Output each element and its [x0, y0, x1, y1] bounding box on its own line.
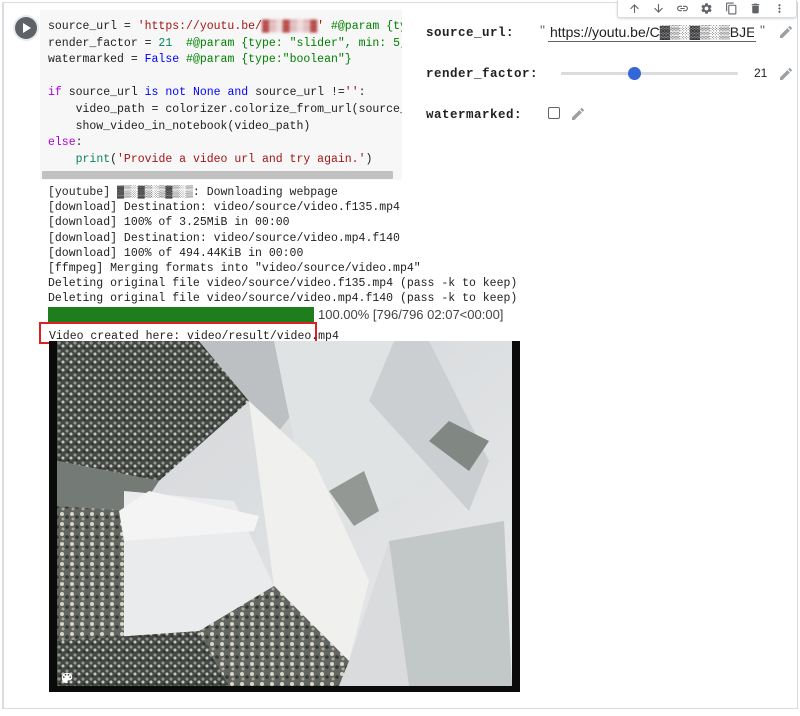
code-token: 21 — [158, 36, 173, 50]
trash-icon[interactable] — [747, 1, 765, 17]
code-line: show_video_in_notebook(video_path) — [48, 119, 402, 136]
code-token: else — [48, 136, 76, 150]
code-editor[interactable]: source_url = 'https://youtu.be/▓▒░▓▒░▒▓'… — [40, 10, 402, 180]
code-token: : — [358, 86, 366, 100]
source-url-row: source_url: " " — [426, 22, 796, 44]
more-vert-icon[interactable] — [771, 1, 789, 17]
code-token: #@param {type: "slider", min: 5, max: 44… — [186, 36, 402, 50]
close-quote: " — [760, 22, 765, 38]
code-token: watermarked = — [48, 53, 145, 67]
code-line: else: — [48, 135, 402, 152]
slider-thumb[interactable] — [627, 67, 641, 80]
edit-pencil-icon[interactable] — [777, 65, 795, 83]
code-token: render_factor = — [48, 36, 159, 50]
code-token: show_video_in_notebook(video_path) — [48, 119, 311, 133]
run-cell-button[interactable] — [15, 17, 37, 39]
code-line: print('Provide a video url and try again… — [48, 152, 402, 169]
arrow-up-icon[interactable] — [625, 1, 643, 17]
params-form: source_url: " " render_factor: 21 waterm… — [410, 12, 795, 172]
link-icon[interactable] — [674, 1, 692, 17]
code-token: 'Provide a video url and try again.' — [117, 152, 366, 166]
code-token: #@param {type:"boolean"} — [186, 53, 352, 67]
progress-bar — [48, 307, 314, 322]
output-line: [download] Destination: video/source/vid… — [48, 201, 400, 215]
code-token: print — [75, 152, 111, 166]
video-player[interactable] — [49, 341, 520, 692]
code-line: watermarked = False #@param {type:"boole… — [48, 52, 402, 69]
render-factor-row: render_factor: 21 — [426, 64, 796, 84]
palette-icon[interactable] — [60, 671, 74, 685]
video-frame — [49, 341, 520, 692]
code-token: source_url = — [48, 20, 138, 33]
code-token: False — [144, 53, 180, 67]
output-line: [download] Destination: video/source/vid… — [48, 231, 400, 245]
arrow-down-icon[interactable] — [649, 1, 667, 17]
code-token: ' — [317, 20, 331, 33]
code-token: if — [48, 86, 62, 100]
slider-fill — [561, 72, 634, 75]
source-url-input[interactable] — [548, 22, 756, 42]
code-text[interactable]: source_url = 'https://youtu.be/▓▒░▓▒░▒▓'… — [40, 10, 402, 168]
play-icon — [23, 23, 31, 33]
progress-fill — [48, 307, 314, 322]
render-factor-slider[interactable] — [561, 67, 738, 80]
code-token: 'https://youtu.be/ — [137, 20, 262, 33]
watermarked-checkbox[interactable] — [548, 107, 560, 119]
edit-pencil-icon[interactable] — [777, 23, 795, 41]
output-line: [youtube] ▓▒░▓▒░▒▓▒░▒: Downloading webpa… — [48, 186, 338, 199]
cell-output: [youtube] ▓▒░▓▒░▒▓▒░▒: Downloading webpa… — [48, 185, 748, 307]
code-line: if source_url is not None and source_url… — [48, 85, 402, 102]
code-line: render_factor = 21 #@param {type: "slide… — [48, 36, 402, 53]
code-token: source_url — [61, 86, 145, 100]
open-quote: " — [540, 22, 545, 38]
progress-text: 100.00% [796/796 02:07<00:00] — [318, 307, 504, 322]
horizontal-scrollbar[interactable] — [42, 171, 393, 179]
code-line: video_path = colorizer.colorize_from_url… — [48, 102, 402, 119]
code-cell: source_url = 'https://youtu.be/▓▒░▓▒░▒▓'… — [0, 0, 800, 716]
watermarked-label: watermarked: — [426, 108, 523, 122]
source-url-label: source_url: — [426, 26, 515, 40]
progress-row: 100.00% [796/796 02:07<00:00] — [48, 307, 503, 322]
output-line: [download] 100% of 3.25MiB in 00:00 — [48, 216, 290, 230]
output-line: Deleting original file video/source/vide… — [48, 277, 518, 291]
code-token: #@param {type:"string"} — [330, 20, 402, 33]
code-token: ( — [110, 152, 118, 166]
code-token: : — [75, 136, 83, 150]
edit-pencil-icon[interactable] — [569, 105, 587, 123]
code-line: source_url = 'https://youtu.be/▓▒░▓▒░▒▓'… — [48, 19, 402, 36]
code-token: is not None and — [144, 86, 249, 100]
render-factor-value: 21 — [754, 66, 768, 80]
render-factor-label: render_factor: — [426, 67, 539, 81]
output-line: [download] 100% of 494.44KiB in 00:00 — [48, 246, 304, 260]
cell-toolbar — [617, 0, 797, 18]
code-token: video_path = colorizer.colorize_from_url… — [75, 102, 402, 116]
code-token: ▓▒░▓▒░▒▓ — [261, 20, 318, 33]
output-line: [ffmpeg] Merging formats into "video/sou… — [48, 262, 421, 276]
code-token: ) — [365, 152, 373, 166]
code-token: '' — [344, 86, 359, 100]
gear-icon[interactable] — [698, 1, 716, 17]
watermarked-row: watermarked: — [426, 105, 626, 125]
mirror-cell-icon[interactable] — [722, 1, 740, 17]
output-line: Deleting original file video/source/vide… — [48, 292, 518, 306]
code-token: source_url != — [248, 86, 345, 100]
